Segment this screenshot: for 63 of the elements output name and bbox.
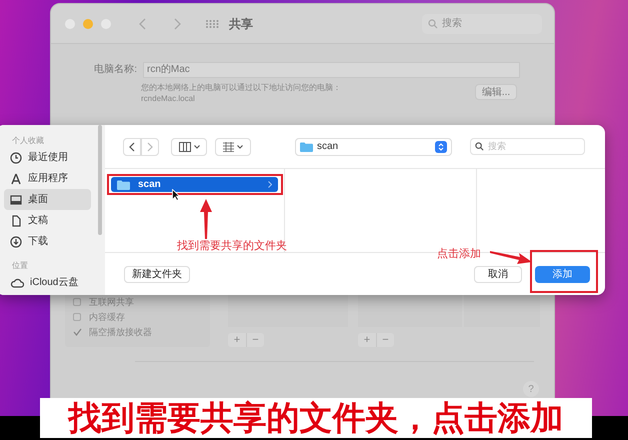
cancel-button[interactable]: 取消 — [474, 266, 522, 282]
cloud-icon — [10, 276, 24, 288]
desktop-icon — [10, 194, 22, 206]
apps-icon — [10, 172, 22, 184]
forward-icon[interactable] — [173, 18, 181, 30]
view-mode-button[interactable] — [171, 138, 207, 156]
back-icon — [129, 142, 135, 152]
annotation-arrow — [490, 251, 532, 264]
highlight-frame — [530, 250, 598, 293]
folder-row[interactable]: scan — [111, 177, 278, 192]
chevron-down-icon — [194, 144, 200, 148]
edit-button[interactable]: 编辑... — [475, 84, 517, 100]
back-button[interactable] — [123, 138, 141, 156]
field-label: 电脑名称: — [93, 62, 137, 77]
clock-icon — [10, 152, 22, 164]
address-note: 您的本地网络上的电脑可以通过以下地址访问您的电脑： — [141, 82, 341, 93]
caption: 找到需要共享的文件夹，点击添加 — [40, 398, 592, 438]
chevron-down-icon — [237, 144, 243, 148]
annotation-arrow — [200, 199, 212, 239]
computer-name-field[interactable]: rcn的Mac — [143, 62, 520, 78]
back-icon[interactable] — [139, 18, 147, 30]
grid-icon[interactable] — [205, 18, 219, 28]
sidebar-heading: 位置 — [12, 260, 29, 272]
unchecked-box[interactable] — [73, 313, 81, 321]
address-text: rcndeMac.local — [141, 93, 196, 104]
window-title: 共享 — [229, 16, 253, 32]
forward-icon — [147, 142, 153, 152]
search-icon — [428, 18, 438, 28]
remove-button[interactable]: − — [376, 333, 394, 347]
sidebar-item[interactable]: 桌面 — [4, 189, 91, 210]
document-icon — [10, 214, 22, 226]
grid-icon — [223, 142, 234, 152]
search-icon — [475, 142, 484, 151]
remove-button[interactable]: − — [246, 333, 264, 347]
chevron-right-icon — [268, 181, 272, 188]
add-button[interactable]: 添加 — [535, 266, 590, 282]
service-label[interactable]: 内容缓存 — [89, 311, 125, 323]
group-button[interactable] — [215, 138, 251, 156]
annotation-text: 找到需要共享的文件夹 — [177, 238, 287, 254]
help-button[interactable]: ? — [523, 381, 539, 397]
add-button[interactable]: + — [358, 333, 376, 347]
annotation-text: 点击添加 — [437, 246, 481, 262]
sidebar-item[interactable]: 最近使用 — [4, 147, 91, 168]
unchecked-box[interactable] — [73, 298, 81, 306]
folder-icon — [117, 180, 130, 190]
sidebar-item[interactable]: iCloud云盘 — [4, 272, 91, 293]
checkmark-icon[interactable] — [72, 328, 82, 336]
sidebar-item[interactable]: 下载 — [4, 231, 91, 252]
add-button[interactable]: + — [228, 333, 246, 347]
location-popup[interactable]: scan — [295, 138, 452, 156]
stepper-icon — [435, 140, 447, 152]
folder-icon — [300, 142, 313, 152]
new-folder-button[interactable]: 新建文件夹 — [124, 266, 190, 282]
service-label[interactable]: 互联网共享 — [89, 296, 134, 308]
search-field[interactable]: 搜索 — [422, 14, 542, 34]
sidebar-item[interactable]: 文稿 — [4, 210, 91, 231]
service-label[interactable]: 隔空播放接收器 — [89, 326, 152, 338]
columns-icon — [178, 142, 190, 152]
search-field[interactable]: 搜索 — [470, 138, 585, 155]
download-icon — [10, 236, 22, 248]
sidebar-heading: 个人收藏 — [12, 135, 45, 147]
pointer-icon — [172, 189, 180, 201]
sidebar-item[interactable]: 应用程序 — [4, 168, 91, 189]
